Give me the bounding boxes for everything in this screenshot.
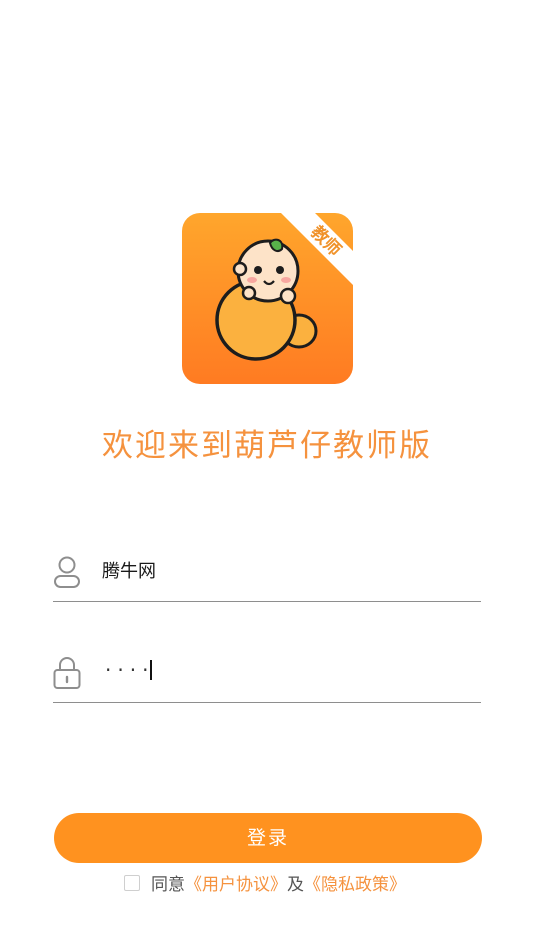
welcome-title: 欢迎来到葫芦仔教师版 — [102, 428, 432, 464]
password-masked-value: ···· — [105, 658, 155, 682]
login-button[interactable]: 登录 — [54, 813, 482, 863]
username-field[interactable]: 腾牛网 — [53, 553, 481, 602]
privacy-policy-link[interactable]: 《隐私政策》 — [304, 870, 406, 895]
agreement-conjunction: 及 — [287, 874, 304, 895]
gourd-baby-logo: 教师 — [182, 213, 353, 384]
password-field[interactable]: ···· — [53, 654, 481, 703]
username-value: 腾牛网 — [102, 561, 156, 582]
agreement-row: 同意 《用户协议》 及 《隐私政策》 — [124, 870, 406, 895]
agreement-checkbox[interactable] — [124, 875, 140, 891]
agreement-prefix: 同意 — [151, 874, 185, 895]
app-logo: 教师 — [182, 213, 353, 384]
user-icon — [53, 555, 81, 589]
lock-icon — [53, 656, 81, 690]
text-caret — [150, 660, 153, 680]
user-agreement-link[interactable]: 《用户协议》 — [185, 870, 287, 895]
